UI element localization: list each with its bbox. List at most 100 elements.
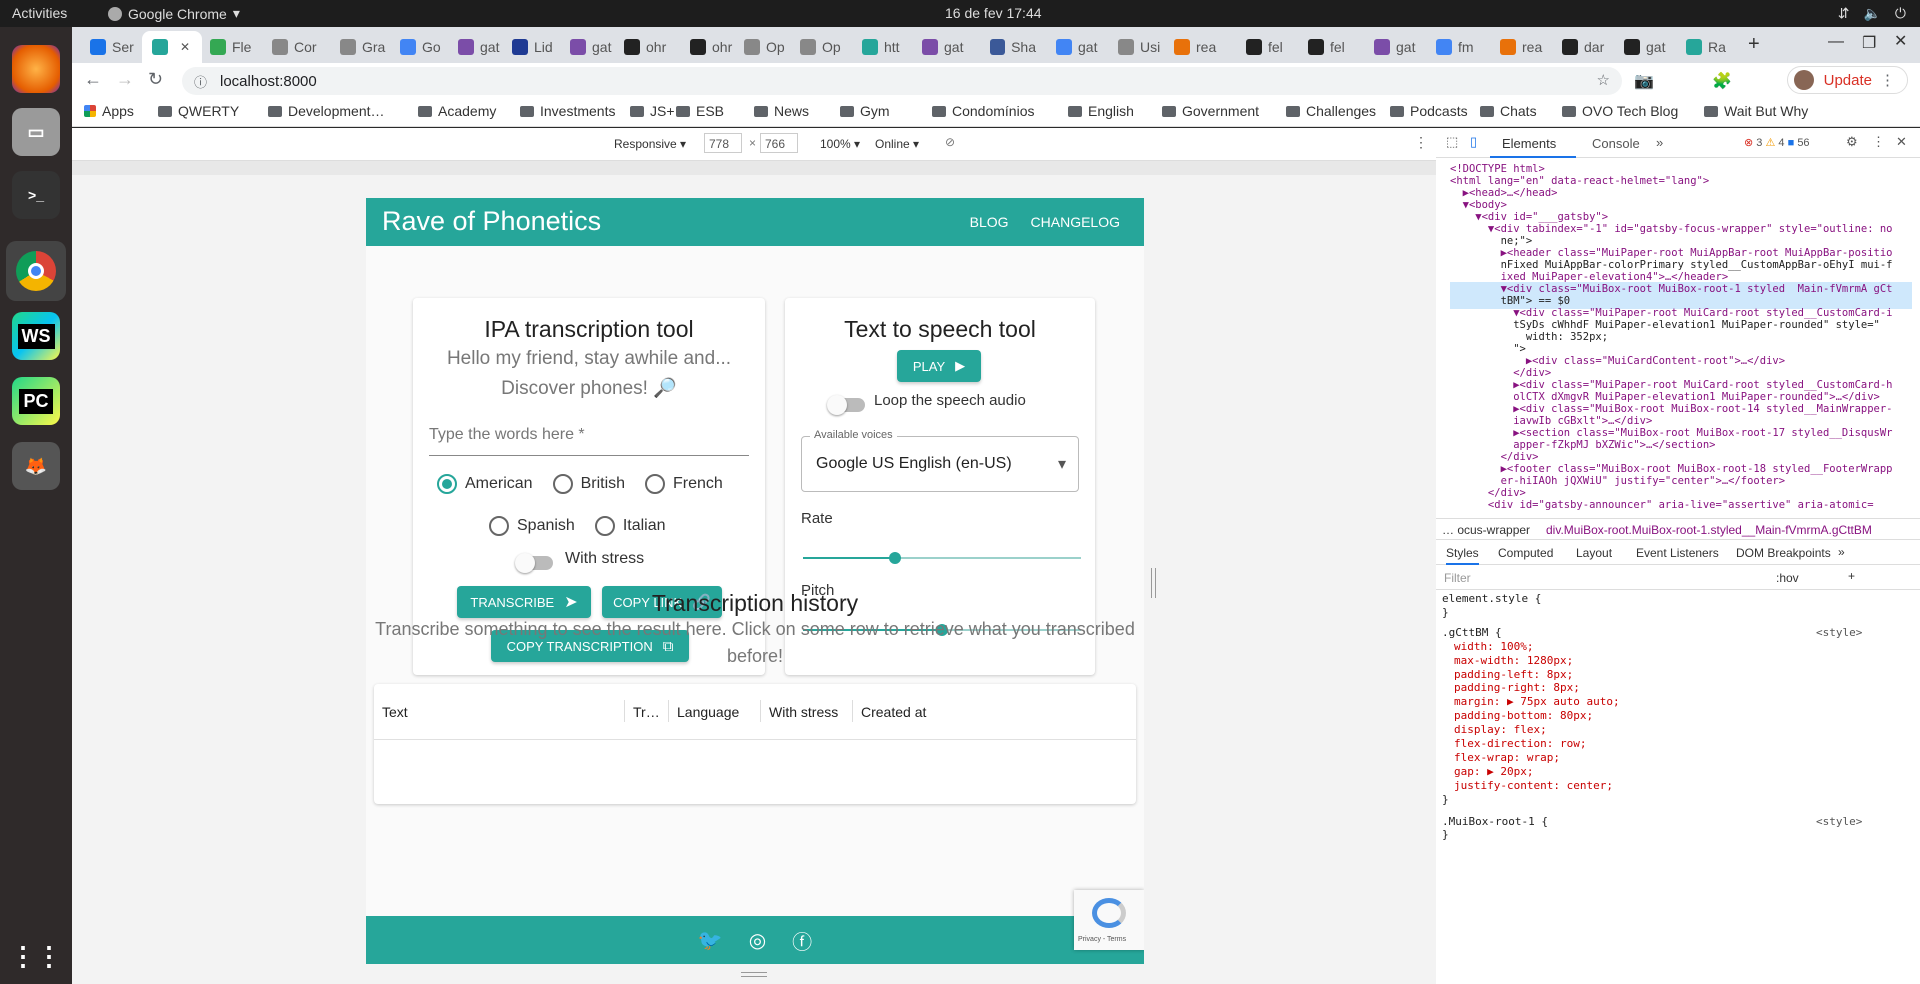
nav-changelog-link[interactable]: CHANGELOG — [1031, 214, 1120, 230]
info-icon[interactable]: ⓘ — [194, 72, 207, 91]
browser-tab[interactable]: fm — [1426, 31, 1482, 63]
device-mode-select[interactable]: Responsive ▾ — [614, 137, 686, 151]
bookmark-item[interactable]: English — [1068, 103, 1134, 119]
css-rule-line[interactable]: margin: ▶ 75px auto auto; — [1454, 695, 1620, 708]
browser-tab[interactable]: rea — [1490, 31, 1546, 63]
reload-icon[interactable]: ↻ — [148, 69, 163, 90]
browser-tab[interactable]: htt — [852, 31, 908, 63]
tab-event-listeners[interactable]: Event Listeners — [1636, 546, 1719, 560]
bookmark-item[interactable]: QWERTY — [158, 103, 239, 119]
css-rule-line[interactable]: padding-left: 8px; — [1454, 668, 1573, 681]
viewport-width-input[interactable]: 778 — [704, 133, 742, 153]
rate-slider-thumb[interactable] — [888, 552, 901, 564]
breadcrumb-item-selected[interactable]: div.MuiBox-root.MuiBox-root-1.styled__Ma… — [1546, 523, 1872, 537]
new-tab-icon[interactable]: + — [1748, 33, 1760, 56]
tab-layout[interactable]: Layout — [1576, 546, 1612, 560]
recaptcha-badge[interactable]: Privacy - Terms — [1074, 890, 1144, 950]
col-text[interactable]: Text — [382, 704, 408, 720]
terminal-icon[interactable]: >_ — [12, 171, 60, 219]
css-rule-line[interactable]: max-width: 1280px; — [1454, 654, 1573, 667]
resize-handle-right[interactable] — [1151, 568, 1156, 598]
rule-source-link[interactable]: <style> — [1816, 815, 1862, 828]
bookmark-item[interactable]: Government — [1162, 103, 1259, 119]
issue-counters[interactable]: ⊗ 3 ⚠ 4 ■ 56 — [1744, 136, 1810, 149]
more-style-tabs-icon[interactable]: » — [1838, 545, 1845, 559]
css-rule-line[interactable]: } — [1442, 793, 1449, 806]
system-tray[interactable]: ⇵ 🔈 ⏻ — [1838, 5, 1906, 22]
radio-italian[interactable]: Italian — [594, 516, 666, 536]
browser-tab[interactable]: fel — [1236, 31, 1292, 63]
browser-tab[interactable]: ohr — [680, 31, 736, 63]
close-window-icon[interactable]: ✕ — [1894, 31, 1907, 51]
browser-tab[interactable]: Lid — [502, 31, 558, 63]
dom-node-line[interactable]: "true" style="position: absolute; top: 0… — [1450, 510, 1912, 512]
bookmark-item[interactable]: News — [754, 103, 809, 119]
webstorm-icon[interactable]: WS — [12, 312, 60, 360]
bookmark-item[interactable]: Challenges — [1286, 103, 1376, 119]
new-rule-icon[interactable]: + — [1848, 569, 1855, 583]
device-more-icon[interactable]: ⋮ — [1414, 134, 1428, 151]
bookmark-item[interactable]: Wait But Why — [1704, 103, 1808, 119]
css-rule-line[interactable]: width: 100%; — [1454, 640, 1533, 653]
more-tabs-icon[interactable]: » — [1656, 135, 1663, 150]
nav-blog-link[interactable]: BLOG — [970, 214, 1009, 230]
bookmark-item[interactable]: Chats — [1480, 103, 1537, 119]
css-rule-line[interactable]: element.style { — [1442, 592, 1541, 605]
radio-spanish[interactable]: Spanish — [489, 516, 575, 536]
activities-button[interactable]: Activities — [12, 5, 67, 21]
browser-tab[interactable]: Op — [790, 31, 846, 63]
tab-computed[interactable]: Computed — [1498, 546, 1553, 560]
breadcrumb-item[interactable]: … ocus-wrapper — [1442, 523, 1530, 537]
tab-dom-breakpoints[interactable]: DOM Breakpoints — [1736, 546, 1831, 560]
pycharm-icon[interactable]: PC — [12, 377, 60, 425]
col-transcription[interactable]: Tr… — [624, 700, 660, 722]
gimp-icon[interactable]: 🦊 — [12, 442, 60, 490]
css-rule-line[interactable]: flex-direction: row; — [1454, 737, 1586, 750]
css-rule-line[interactable]: padding-right: 8px; — [1454, 681, 1580, 694]
radio-british[interactable]: British — [552, 474, 625, 494]
browser-tab[interactable]: Usi — [1108, 31, 1164, 63]
dom-tree[interactable]: <!DOCTYPE html> <html lang="en" data-reac… — [1436, 160, 1912, 512]
browser-tab[interactable]: gat — [1364, 31, 1420, 63]
camera-icon[interactable]: 📷 — [1634, 71, 1654, 91]
browser-tab[interactable]: Op — [734, 31, 790, 63]
browser-tab[interactable]: Gra — [330, 31, 386, 63]
browser-tab[interactable]: Ra — [1676, 31, 1732, 63]
update-button[interactable]: Update ⋮ — [1786, 66, 1908, 94]
twitter-icon[interactable]: 🐦 — [698, 928, 723, 953]
tab-close-icon[interactable]: ✕ — [180, 40, 190, 54]
css-rule-line[interactable]: .gCttBM { — [1442, 626, 1502, 639]
bookmark-item[interactable]: JS+ — [630, 103, 675, 119]
browser-tab[interactable]: gat — [1046, 31, 1102, 63]
maximize-icon[interactable]: ❐ — [1862, 33, 1876, 53]
facebook-icon[interactable]: ⓕ — [792, 926, 812, 955]
browser-tab[interactable]: gat — [448, 31, 504, 63]
tab-console[interactable]: Console — [1592, 136, 1640, 151]
browser-tab[interactable]: dar — [1552, 31, 1608, 63]
browser-tab[interactable]: gat — [1614, 31, 1670, 63]
firefox-icon[interactable] — [12, 45, 60, 93]
bookmark-item[interactable]: Investments — [520, 103, 615, 119]
browser-tab[interactable]: Ser — [80, 31, 136, 63]
browser-tab[interactable]: ohr — [614, 31, 670, 63]
zoom-select[interactable]: 100% ▾ — [820, 137, 860, 151]
tab-elements[interactable]: Elements — [1490, 128, 1576, 158]
bookmark-item[interactable]: Podcasts — [1390, 103, 1468, 119]
browser-tab[interactable]: Go — [390, 31, 446, 63]
bookmark-item[interactable]: Gym — [840, 103, 890, 119]
app-title[interactable]: Rave of Phonetics — [382, 206, 601, 237]
rotate-icon[interactable]: ⊘ — [945, 135, 955, 149]
stress-toggle[interactable] — [515, 553, 553, 573]
browser-tab[interactable]: gat — [912, 31, 968, 63]
browser-tab[interactable]: ✕ — [142, 31, 202, 63]
bookmark-item[interactable]: Condomínios — [932, 103, 1035, 119]
media-query-ruler[interactable] — [72, 161, 1436, 175]
tab-styles[interactable]: Styles — [1446, 546, 1479, 565]
col-language[interactable]: Language — [668, 700, 739, 722]
bookmark-item[interactable]: OVO Tech Blog — [1562, 103, 1678, 119]
inspect-icon[interactable]: ⬚ — [1446, 134, 1458, 150]
css-rule-line[interactable]: gap: ▶ 20px; — [1454, 765, 1533, 778]
bookmark-item[interactable]: ESB — [676, 103, 724, 119]
styles-filter-input[interactable]: Filter — [1444, 571, 1471, 585]
browser-tab[interactable]: gat — [560, 31, 616, 63]
